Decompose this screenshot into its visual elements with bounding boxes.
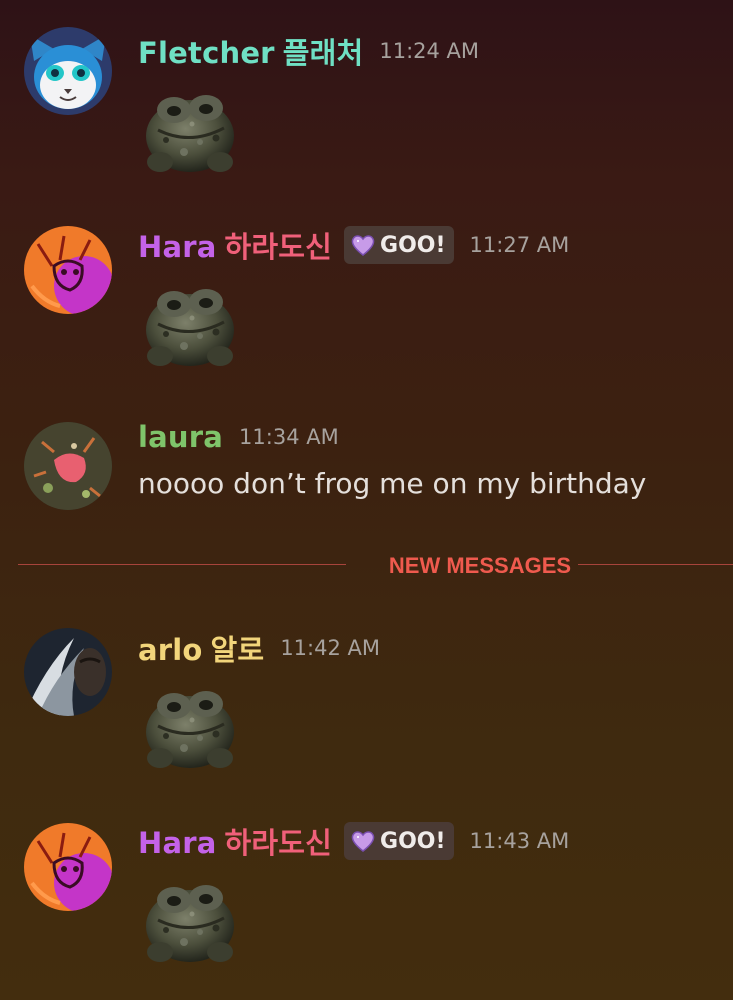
username[interactable]: Hara 하라도신 [138,820,332,862]
username-latin[interactable]: Hara [138,230,217,264]
heart-icon [351,831,375,852]
server-tag-label: GOO! [380,828,446,854]
username-korean[interactable]: 알로 [211,633,265,667]
timestamp: 11:34 AM [239,425,339,449]
heart-icon [351,235,375,256]
server-tag-label: GOO! [380,232,446,258]
message-text: noooo don’t frog me on my birthday [138,467,647,500]
divider-line-right [578,564,733,565]
timestamp: 11:24 AM [379,39,480,63]
avatar[interactable] [24,628,112,716]
frog-sticker[interactable] [136,676,244,772]
new-messages-label: NEW MESSAGES [388,553,572,578]
avatar[interactable] [24,27,112,115]
divider-line-left [18,564,346,565]
username[interactable]: Hara 하라도신 [138,224,332,266]
username[interactable]: laura [138,420,223,454]
new-messages-divider: NEW MESSAGES [18,553,733,578]
frog-sticker[interactable] [136,870,244,966]
username[interactable]: arlo 알로 [138,627,264,669]
username[interactable]: Fletcher 플래처 [138,30,363,72]
username-latin[interactable]: Fletcher [138,36,275,70]
avatar[interactable] [24,823,112,911]
username-korean[interactable]: 하라도신 [225,230,333,264]
username-korean[interactable]: 하라도신 [225,826,333,860]
frog-sticker[interactable] [136,274,244,370]
server-tag[interactable]: GOO! [344,226,454,264]
username-korean[interactable]: 플래처 [283,36,364,70]
username-latin[interactable]: arlo [138,633,203,667]
server-tag[interactable]: GOO! [344,822,454,860]
username-latin[interactable]: Hara [138,826,217,860]
frog-sticker[interactable] [136,80,244,176]
avatar[interactable] [24,226,112,314]
timestamp: 11:43 AM [469,829,570,853]
timestamp: 11:27 AM [469,233,570,257]
avatar[interactable] [24,422,112,510]
timestamp: 11:42 AM [280,636,380,660]
